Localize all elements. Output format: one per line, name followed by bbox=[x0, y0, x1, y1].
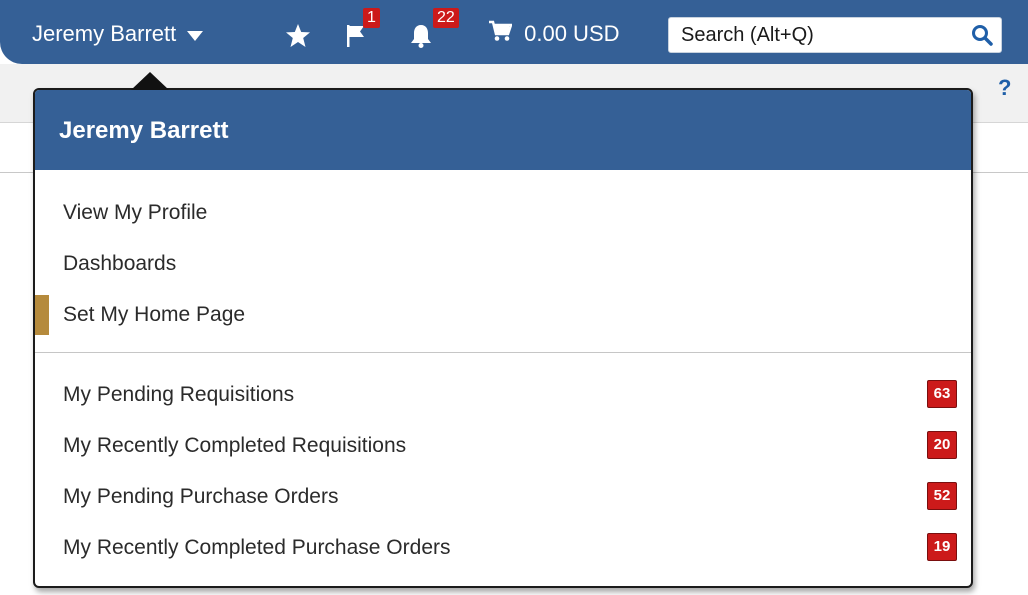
menu-divider bbox=[35, 352, 971, 353]
menu-item-label: View My Profile bbox=[63, 201, 208, 224]
cart-total: 0.00 USD bbox=[524, 21, 620, 46]
count-badge: 63 bbox=[927, 380, 957, 408]
star-icon[interactable] bbox=[285, 23, 311, 53]
search-input[interactable] bbox=[681, 20, 961, 50]
menu-item-set-my-home-page[interactable]: Set My Home Page bbox=[35, 295, 971, 335]
menu-item-my-pending-requisitions[interactable]: My Pending Requisitions 63 bbox=[35, 375, 971, 415]
menu-item-label: My Pending Requisitions bbox=[63, 383, 295, 406]
flag-icon bbox=[346, 24, 366, 53]
menu-item-label: Set My Home Page bbox=[63, 303, 246, 326]
menu-item-dashboards[interactable]: Dashboards bbox=[35, 244, 971, 284]
dropdown-header: Jeremy Barrett bbox=[35, 90, 971, 170]
flag-count-badge: 1 bbox=[363, 8, 380, 28]
dropdown-user-name: Jeremy Barrett bbox=[59, 117, 229, 144]
menu-item-label: My Pending Purchase Orders bbox=[63, 485, 339, 508]
cart-button[interactable]: 0.00 USD bbox=[488, 19, 620, 50]
menu-item-label: Dashboards bbox=[63, 252, 177, 275]
notifications-button[interactable]: 22 bbox=[410, 8, 459, 53]
menu-item-label: My Recently Completed Requisitions bbox=[63, 434, 407, 457]
count-badge: 52 bbox=[927, 482, 957, 510]
menu-item-label: My Recently Completed Purchase Orders bbox=[63, 536, 451, 559]
active-indicator bbox=[35, 295, 49, 335]
user-name: Jeremy Barrett bbox=[32, 21, 177, 46]
user-menu-button[interactable]: Jeremy Barrett bbox=[32, 19, 204, 50]
menu-item-my-recently-completed-purchase-orders[interactable]: My Recently Completed Purchase Orders 19 bbox=[35, 528, 971, 568]
menu-item-my-pending-purchase-orders[interactable]: My Pending Purchase Orders 52 bbox=[35, 477, 971, 517]
dropdown-caret bbox=[131, 72, 169, 90]
count-badge: 20 bbox=[927, 431, 957, 459]
menu-item-view-my-profile[interactable]: View My Profile bbox=[35, 193, 971, 233]
notification-count-badge: 22 bbox=[433, 8, 459, 28]
search-box bbox=[668, 17, 1002, 53]
menu-item-my-recently-completed-requisitions[interactable]: My Recently Completed Requisitions 20 bbox=[35, 426, 971, 466]
search-icon[interactable] bbox=[971, 24, 993, 51]
chevron-down-icon bbox=[186, 20, 204, 50]
bell-icon bbox=[410, 24, 432, 53]
count-badge: 19 bbox=[927, 533, 957, 561]
help-icon[interactable]: ? bbox=[998, 76, 1011, 100]
flag-button[interactable]: 1 bbox=[346, 8, 380, 53]
user-dropdown-menu: Jeremy Barrett View My Profile Dashboard… bbox=[33, 88, 973, 588]
top-navigation-bar: Jeremy Barrett 1 22 0.00 USD Search (Alt… bbox=[0, 0, 1028, 64]
cart-icon bbox=[488, 20, 513, 50]
